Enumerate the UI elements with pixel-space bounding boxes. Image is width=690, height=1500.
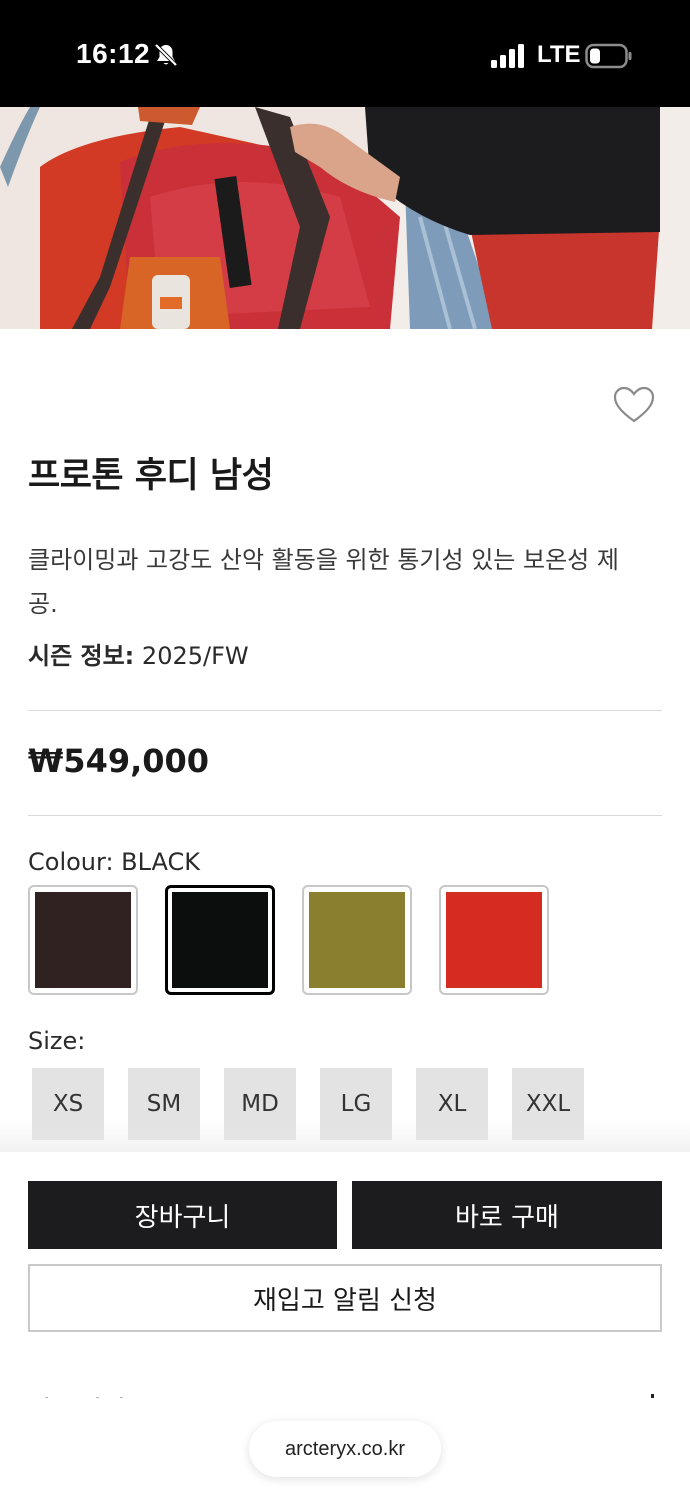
- add-to-cart-button[interactable]: 장바구니: [28, 1181, 337, 1249]
- heart-outline-icon[interactable]: [612, 385, 656, 425]
- divider: [28, 710, 662, 711]
- season-info: 시즌 정보: 2025/FW: [28, 636, 249, 671]
- swatch-fill: [446, 892, 542, 988]
- product-title: 프로톤 후디 남성: [28, 456, 274, 496]
- swatch-fill: [35, 892, 131, 988]
- season-value: 2025/FW: [141, 642, 249, 670]
- colour-label: Colour: BLACK: [28, 848, 201, 876]
- season-label: 시즌 정보:: [28, 642, 135, 670]
- browser-url-pill[interactable]: arcteryx.co.kr: [249, 1421, 441, 1477]
- product-details-section-peek[interactable]: 제품 상세: [28, 1380, 662, 1398]
- divider: [28, 815, 662, 816]
- product-description: 클라이밍과 고강도 산악 활동을 위한 통기성 있는 보온성 제공.: [28, 546, 619, 618]
- swatch-fill: [172, 892, 268, 988]
- expand-icon: [651, 1394, 654, 1398]
- restock-alert-button[interactable]: 재입고 알림 신청: [28, 1264, 662, 1332]
- buy-now-button[interactable]: 바로 구매: [352, 1181, 662, 1249]
- cellular-signal-icon: [491, 44, 524, 68]
- battery-low-icon: [585, 43, 632, 69]
- colour-swatch-red[interactable]: [439, 885, 549, 995]
- swatch-fill: [309, 892, 405, 988]
- network-type: LTE: [537, 41, 581, 68]
- product-hero-image: [0, 107, 690, 329]
- scroll-shadow: [0, 1120, 690, 1156]
- product-price: ₩549,000: [28, 742, 210, 780]
- status-time: 16:12: [76, 38, 151, 69]
- bell-slash-icon: [154, 43, 178, 67]
- size-label: Size:: [28, 1027, 86, 1055]
- status-bar: 16:12 LTE: [0, 0, 690, 107]
- colour-swatch-dark-brown[interactable]: [28, 885, 138, 995]
- colour-swatch-olive[interactable]: [302, 885, 412, 995]
- section-heading: 제품 상세: [28, 1390, 125, 1398]
- colour-swatch-black[interactable]: [165, 885, 275, 995]
